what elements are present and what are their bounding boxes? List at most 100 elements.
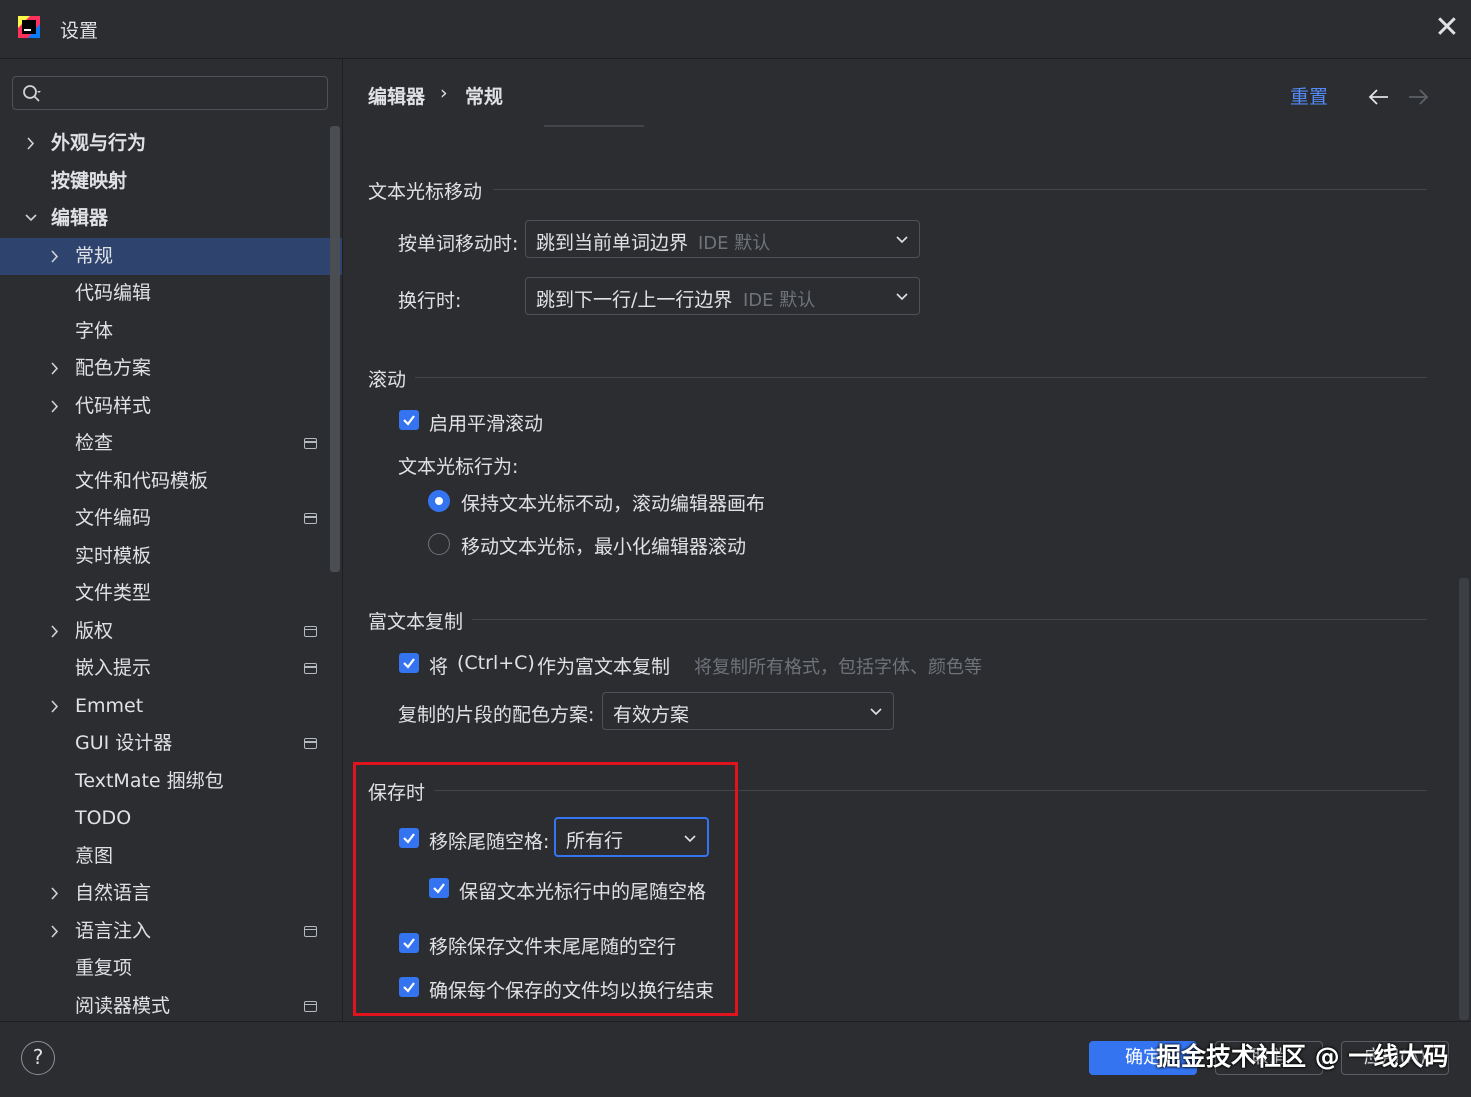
close-icon[interactable]: ✕ — [1432, 13, 1462, 43]
rich-copy-hint: 将复制所有格式，包括字体、颜色等 — [694, 657, 982, 678]
tree-item[interactable]: 语言注入 — [0, 913, 342, 950]
tree-item[interactable]: GUI 设计器 — [0, 725, 342, 762]
word-move-hint: IDE 默认 — [698, 233, 771, 254]
tree-item[interactable]: 代码编辑 — [0, 275, 342, 312]
project-level-icon — [304, 438, 317, 449]
window-title: 设置 — [60, 20, 99, 42]
radio-move-caret[interactable] — [428, 533, 450, 555]
chevron-right-icon[interactable] — [48, 688, 62, 725]
tree-item[interactable]: 文件和代码模板 — [0, 463, 342, 500]
chevron-right-icon[interactable] — [48, 913, 62, 950]
section-divider — [415, 377, 1427, 378]
chevron-down-icon — [896, 293, 908, 301]
tree-item[interactable]: TextMate 捆绑包 — [0, 763, 342, 800]
chevron-down-icon — [896, 236, 908, 244]
tree-item[interactable]: 实时模板 — [0, 538, 342, 575]
back-arrow-icon[interactable] — [1366, 84, 1392, 110]
tree-item-label: 重复项 — [75, 957, 133, 979]
tree-item[interactable]: 文件编码 — [0, 500, 342, 537]
tree-item[interactable]: 编辑器 — [0, 200, 342, 237]
word-move-label: 按单词移动时: — [398, 233, 519, 255]
project-level-icon — [304, 513, 317, 524]
forward-arrow-icon[interactable] — [1405, 84, 1431, 110]
tree-item-label: 版权 — [75, 619, 114, 642]
tree-item-label: 实时模板 — [75, 544, 152, 567]
word-move-value: 跳到当前单词边界 — [536, 232, 689, 254]
tree-item-label: 文件和代码模板 — [75, 469, 209, 492]
help-icon[interactable]: ? — [21, 1041, 55, 1075]
rich-copy-label-prefix: 将 — [429, 656, 449, 678]
chevron-down-icon[interactable] — [24, 200, 38, 237]
tree-scrollbar[interactable] — [330, 126, 340, 572]
line-break-hint: IDE 默认 — [743, 290, 816, 311]
project-level-icon — [304, 738, 317, 749]
copy-scheme-combo[interactable]: 有效方案 — [602, 692, 894, 730]
tree-item[interactable]: Emmet — [0, 688, 342, 725]
search-icon — [23, 85, 41, 102]
check-icon — [403, 415, 415, 426]
section-divider — [493, 189, 1427, 190]
smooth-scroll-checkbox[interactable] — [399, 410, 419, 430]
line-break-label: 换行时: — [398, 290, 462, 312]
tree-item-label: 文件编码 — [75, 507, 152, 529]
tree-item-label: 代码编辑 — [75, 282, 152, 304]
tree-item[interactable]: 意图 — [0, 838, 342, 875]
line-break-combo[interactable]: 跳到下一行/上一行边界 IDE 默认 — [525, 277, 920, 315]
tree-item[interactable]: 检查 — [0, 425, 342, 462]
tree-item[interactable]: 文件类型 — [0, 575, 342, 612]
tree-item-label: 代码样式 — [75, 394, 152, 417]
breadcrumb-separator: › — [440, 82, 448, 104]
reset-link[interactable]: 重置 — [1290, 82, 1328, 109]
chevron-right-icon[interactable] — [24, 125, 38, 162]
section-scrolling-title: 滚动 — [368, 369, 407, 391]
copy-scheme-label: 复制的片段的配色方案: — [398, 704, 595, 726]
tree-item[interactable]: 版权 — [0, 613, 342, 650]
watermark-text: 掘金技术社区 @ 一线大码 — [1156, 1042, 1449, 1071]
tree-item-label: 语言注入 — [75, 919, 152, 942]
tree-item[interactable]: 自然语言 — [0, 875, 342, 912]
tree-item[interactable]: 重复项 — [0, 950, 342, 987]
breadcrumb-editor[interactable]: 编辑器 — [368, 82, 425, 109]
tree-item-label: TextMate 捆绑包 — [75, 769, 224, 792]
smooth-scroll-label: 启用平滑滚动 — [429, 413, 544, 435]
tree-item-label: 意图 — [75, 844, 114, 867]
tree-item-label: 文件类型 — [75, 582, 152, 604]
chevron-right-icon[interactable] — [48, 388, 62, 425]
rich-copy-checkbox[interactable] — [399, 653, 419, 673]
rich-copy-shortcut: (Ctrl+C) — [457, 652, 535, 674]
tree-item-label: 常规 — [75, 244, 114, 267]
caret-behavior-label: 文本光标行为: — [398, 456, 519, 478]
tree-item-label: 阅读器模式 — [75, 994, 171, 1017]
tree-item[interactable]: 阅读器模式 — [0, 988, 342, 1025]
tree-item[interactable]: 配色方案 — [0, 350, 342, 387]
project-level-icon — [304, 925, 317, 937]
search-input[interactable] — [50, 80, 324, 108]
radio-keep-caret-label: 保持文本光标不动，滚动编辑器画布 — [461, 493, 766, 515]
chevron-right-icon[interactable] — [48, 613, 62, 650]
tree-item[interactable]: 按键映射 — [0, 163, 342, 200]
radio-keep-caret[interactable] — [428, 490, 450, 512]
tree-item-label: 自然语言 — [75, 882, 152, 904]
chevron-down-icon — [870, 708, 882, 716]
chevron-right-icon[interactable] — [48, 875, 62, 912]
tree-item-label: 外观与行为 — [51, 132, 147, 154]
title-bar — [0, 0, 1471, 59]
tree-item[interactable]: 常规 — [0, 237, 342, 275]
tree-item[interactable]: 外观与行为 — [0, 125, 342, 162]
tree-item-label: 字体 — [75, 319, 114, 342]
content-scrollbar[interactable] — [1459, 578, 1469, 1020]
chevron-right-icon[interactable] — [48, 238, 62, 275]
tree-item[interactable]: TODO — [0, 800, 342, 837]
scroll-edge-divider — [544, 125, 644, 127]
tree-item[interactable]: 字体 — [0, 313, 342, 350]
tree-item[interactable]: 嵌入提示 — [0, 650, 342, 687]
check-icon — [403, 658, 415, 669]
tree-item[interactable]: 代码样式 — [0, 388, 342, 425]
rich-copy-label-suffix: 作为富文本复制 — [537, 656, 671, 678]
chevron-right-icon[interactable] — [48, 350, 62, 387]
tree-item-label: 编辑器 — [51, 207, 109, 229]
project-level-icon — [304, 1000, 317, 1012]
word-move-combo[interactable]: 跳到当前单词边界 IDE 默认 — [525, 220, 920, 258]
tree-item-label: TODO — [75, 807, 132, 829]
copy-scheme-value: 有效方案 — [613, 704, 690, 726]
